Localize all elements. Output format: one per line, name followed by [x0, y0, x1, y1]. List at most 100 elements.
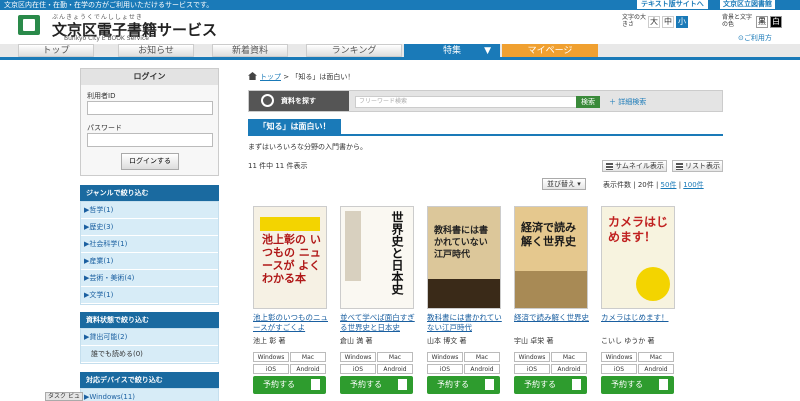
device-ios-badge: iOS: [427, 364, 463, 374]
color-black-button[interactable]: 黒: [756, 16, 768, 28]
device-mac-badge: Mac: [464, 352, 500, 362]
cover-band: [428, 279, 500, 308]
nav-new-books[interactable]: 新着資料: [212, 44, 288, 57]
service-notice: 文京区内在住・在勤・在学の方がご利用いただけるサービスです。: [4, 1, 214, 9]
book-title-link[interactable]: 池上彰のいつものニュースがすごくよ: [253, 313, 333, 333]
book-title-link[interactable]: 教科書には書かれていない江戸時代: [427, 313, 507, 333]
color-label: 背景と文字の色: [722, 14, 753, 28]
genre-item-art[interactable]: ▶芸術・美術(4): [81, 270, 218, 287]
login-button[interactable]: ログインする: [121, 153, 179, 170]
book-title-link[interactable]: 並べて学べば面白すぎる世界史と日本史: [340, 313, 420, 333]
nav-ranking[interactable]: ランキング: [306, 44, 402, 57]
device-mac-badge: Mac: [377, 352, 413, 362]
nav-news[interactable]: お知らせ: [118, 44, 194, 57]
book-icon: [398, 379, 407, 390]
genre-item-history[interactable]: ▶歴史(3): [81, 219, 218, 236]
user-id-input[interactable]: [87, 101, 213, 115]
password-input[interactable]: [87, 133, 213, 147]
search-input[interactable]: フリーワード検索: [355, 96, 577, 108]
feature-description: まずはいろいろな分野の入門書から。: [248, 143, 367, 151]
genre-item-literature[interactable]: ▶文学(1): [81, 287, 218, 304]
genre-item-industry[interactable]: ▶産業(1): [81, 253, 218, 270]
search-submit-button[interactable]: 検索: [576, 96, 600, 108]
reserve-label: 予約する: [263, 380, 295, 389]
color-white-button[interactable]: 白: [770, 16, 782, 28]
font-size-small-button[interactable]: 小: [676, 16, 688, 28]
device-windows-badge: Windows: [601, 352, 637, 362]
search-icon: [261, 94, 274, 107]
book-title-link[interactable]: カメラはじめます！: [601, 313, 681, 323]
device-item-windows[interactable]: ▶Windows(11): [81, 389, 218, 401]
reserve-label: 予約する: [611, 380, 643, 389]
per-page-50[interactable]: 50件: [661, 181, 677, 189]
book-author: 池上 彰 著: [253, 337, 286, 345]
status-filter-list: ▶貸出可能(2) 誰でも読める(0): [80, 328, 219, 364]
device-filter-heading: 対応デバイスで絞り込む: [80, 372, 219, 388]
help-label: ご利用方: [743, 34, 772, 42]
feature-title: 「知る」は面白い！: [248, 119, 341, 135]
search-materials-button[interactable]: 資料を探す: [249, 91, 349, 111]
list-view-button[interactable]: リスト表示: [672, 160, 723, 172]
book-icon: [485, 379, 494, 390]
site-subtitle: Bunkyo City E BOOK Service: [64, 35, 149, 42]
advanced-search-link[interactable]: ＋ 詳細検索: [609, 97, 646, 107]
genre-item-philosophy[interactable]: ▶哲学(1): [81, 202, 218, 219]
per-page-20[interactable]: 20件: [638, 181, 654, 189]
per-page-100[interactable]: 100件: [683, 181, 703, 189]
book-author: 山本 博文 著: [427, 337, 467, 345]
book-author: こいし ゆうか 著: [601, 337, 655, 345]
reserve-button[interactable]: 予約する: [601, 376, 674, 394]
device-filter-list: ▶Windows(11): [80, 388, 219, 401]
per-page-label: 表示件数: [603, 181, 631, 189]
help-link[interactable]: ⊙ご利用方: [738, 33, 772, 43]
status-item-available[interactable]: ▶貸出可能(2): [81, 329, 218, 346]
sort-dropdown[interactable]: 並び替え ▾: [542, 178, 586, 190]
thumbnail-view-button[interactable]: サムネイル表示: [602, 160, 667, 172]
login-panel: ログイン 利用者ID パスワード ログインする: [80, 68, 219, 176]
book-author: 宇山 卓栄 著: [514, 337, 554, 345]
site-logo-icon[interactable]: [18, 15, 40, 35]
reserve-button[interactable]: 予約する: [253, 376, 326, 394]
book-title-link[interactable]: 経済で読み解く世界史: [514, 313, 594, 323]
status-item-open: 誰でも読める(0): [81, 346, 218, 363]
font-size-medium-button[interactable]: 中: [662, 16, 674, 28]
device-android-badge: Android: [377, 364, 413, 374]
font-size-large-button[interactable]: 大: [648, 16, 660, 28]
book-cover[interactable]: 経済で読み解く世界史: [514, 206, 588, 309]
device-mac-badge: Mac: [290, 352, 326, 362]
library-link[interactable]: 文京区立図書館: [720, 0, 775, 9]
font-size-label: 文字の大きさ: [622, 14, 647, 28]
reserve-label: 予約する: [350, 380, 382, 389]
device-mac-badge: Mac: [638, 352, 674, 362]
reserve-button[interactable]: 予約する: [514, 376, 587, 394]
cover-badge: [636, 267, 670, 301]
book-cover[interactable]: 教科書には書かれていない江戸時代: [427, 206, 501, 309]
reserve-button[interactable]: 予約する: [340, 376, 413, 394]
result-count: 11 件中 11 件表示: [248, 162, 308, 170]
book-cover-text: カメラはじめます！: [608, 215, 669, 244]
device-android-badge: Android: [551, 364, 587, 374]
breadcrumb-separator: >: [283, 73, 290, 81]
nav-top[interactable]: トップ: [18, 44, 94, 57]
device-mac-badge: Mac: [551, 352, 587, 362]
device-windows-badge: Windows: [427, 352, 463, 362]
nav-mypage[interactable]: マイページ: [502, 44, 598, 57]
text-site-link[interactable]: テキスト版サイトへ: [637, 0, 708, 9]
login-heading: ログイン: [81, 69, 218, 85]
search-bar: 資料を探す フリーワード検索 検索 ＋ 詳細検索: [248, 90, 723, 112]
password-label: パスワード: [87, 124, 122, 132]
breadcrumb-top-link[interactable]: トップ: [260, 73, 281, 81]
device-android-badge: Android: [290, 364, 326, 374]
book-cover[interactable]: カメラはじめます！: [601, 206, 675, 309]
book-cover[interactable]: 池上彰の いつもの ニュースが よくわかる本: [253, 206, 327, 309]
reserve-button[interactable]: 予約する: [427, 376, 500, 394]
book-cover-text: 世界史と日本史: [390, 211, 404, 295]
cover-band: [345, 211, 361, 281]
main-nav: トップ お知らせ 新着資料 ランキング 特集 ▼ マイページ: [0, 44, 800, 60]
device-ios-badge: iOS: [514, 364, 550, 374]
device-windows-badge: Windows: [253, 352, 289, 362]
advanced-search-label: 詳細検索: [618, 98, 647, 106]
nav-special[interactable]: 特集 ▼: [404, 44, 500, 57]
book-cover[interactable]: 世界史と日本史: [340, 206, 414, 309]
genre-item-social-science[interactable]: ▶社会科学(1): [81, 236, 218, 253]
